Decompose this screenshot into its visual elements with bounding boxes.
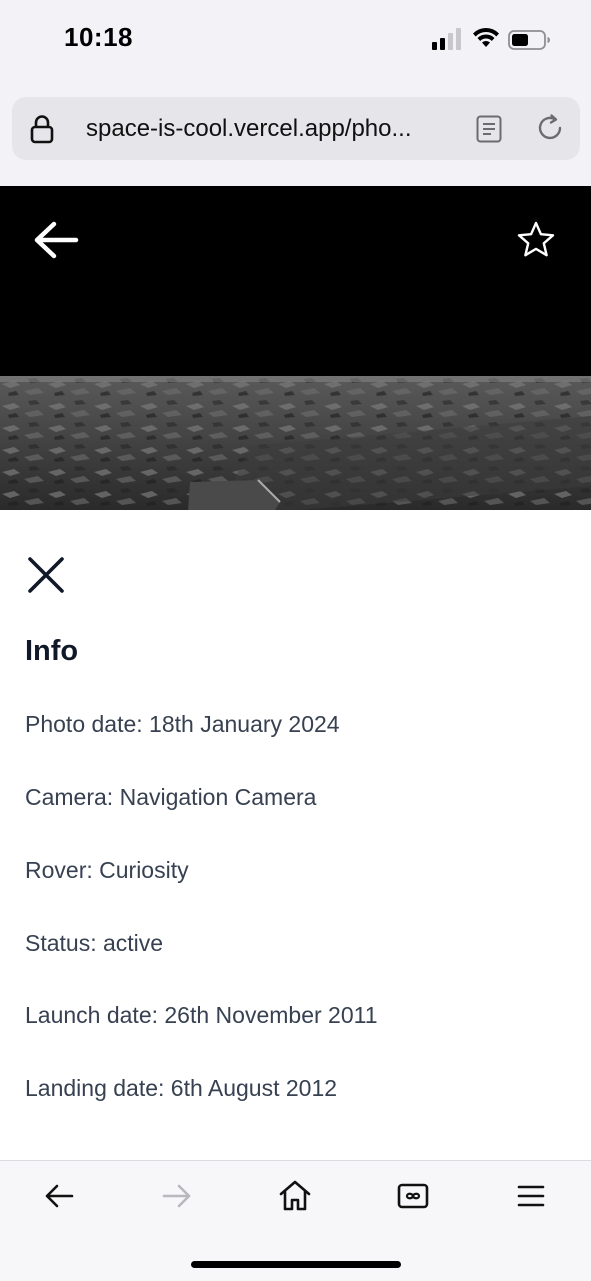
photo-date: Photo date: 18th January 2024 xyxy=(25,711,340,737)
wifi-icon xyxy=(473,27,499,47)
rover-photo xyxy=(0,376,591,510)
launch-date: Launch date: 26th November 2011 xyxy=(25,1002,378,1028)
browser-address-area: space-is-cool.vercel.app/pho... xyxy=(0,80,591,186)
address-bar[interactable]: space-is-cool.vercel.app/pho... xyxy=(12,97,580,160)
browser-toolbar xyxy=(0,1160,591,1281)
lock-icon xyxy=(30,115,54,144)
arrow-left-icon[interactable] xyxy=(32,220,80,260)
close-icon[interactable] xyxy=(26,555,66,595)
rover-status: Status: active xyxy=(25,930,164,956)
reload-icon[interactable] xyxy=(535,113,565,143)
chevron-right-icon[interactable] xyxy=(160,1179,194,1213)
rover-name: Rover: Curiosity xyxy=(25,857,189,883)
signal-icon xyxy=(432,28,461,50)
info-heading: Info xyxy=(25,635,79,667)
reader-icon[interactable] xyxy=(476,115,502,143)
star-icon[interactable] xyxy=(516,220,556,260)
camera-name: Camera: Navigation Camera xyxy=(25,784,317,810)
info-panel: Info Photo date: 18th January 2024 Camer… xyxy=(0,510,591,1160)
home-indicator xyxy=(191,1261,401,1268)
tabs-icon[interactable] xyxy=(396,1179,430,1213)
home-icon[interactable] xyxy=(278,1179,312,1213)
landing-date: Landing date: 6th August 2012 xyxy=(25,1075,338,1101)
url-text[interactable]: space-is-cool.vercel.app/pho... xyxy=(86,115,452,143)
photo-header xyxy=(0,186,591,376)
status-time: 10:18 xyxy=(64,22,133,52)
status-bar: 10:18 xyxy=(0,0,591,80)
chevron-left-icon[interactable] xyxy=(42,1179,76,1213)
battery-icon xyxy=(508,30,550,50)
menu-icon[interactable] xyxy=(514,1179,548,1213)
